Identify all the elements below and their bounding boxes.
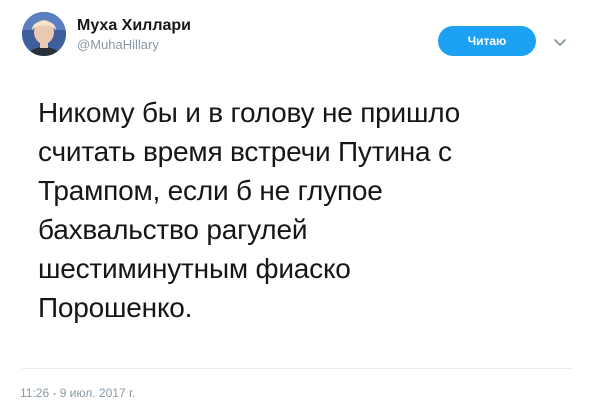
tweet-text-line: бахвальство рагулей [38, 214, 308, 245]
tweet-timestamp[interactable]: 11:26 - 9 июл. 2017 г. [20, 386, 135, 400]
tweet-text: Никому бы и в голову не пришло считать в… [38, 93, 578, 327]
divider [22, 368, 572, 369]
tweet-text-line: шестиминутным фиаско [38, 253, 351, 284]
following-button[interactable]: Читаю [438, 26, 536, 56]
tweet-text-line: Порошенко. [38, 292, 193, 323]
avatar[interactable] [22, 12, 66, 56]
tweet-text-line: Трампом, если б не глупое [38, 175, 383, 206]
tweet-text-line: Никому бы и в голову не пришло [38, 97, 461, 128]
author-name[interactable]: Муха Хиллари [77, 16, 191, 36]
author-handle[interactable]: @MuhaHillary [77, 37, 191, 53]
user-block: Муха Хиллари @MuhaHillary [77, 16, 191, 53]
tweet-card: Муха Хиллари @MuhaHillary Читаю Никому б… [0, 0, 600, 415]
tweet-text-line: считать время встречи Путина с [38, 136, 452, 167]
profile-photo-icon [22, 12, 66, 56]
chevron-down-icon[interactable] [553, 35, 567, 46]
